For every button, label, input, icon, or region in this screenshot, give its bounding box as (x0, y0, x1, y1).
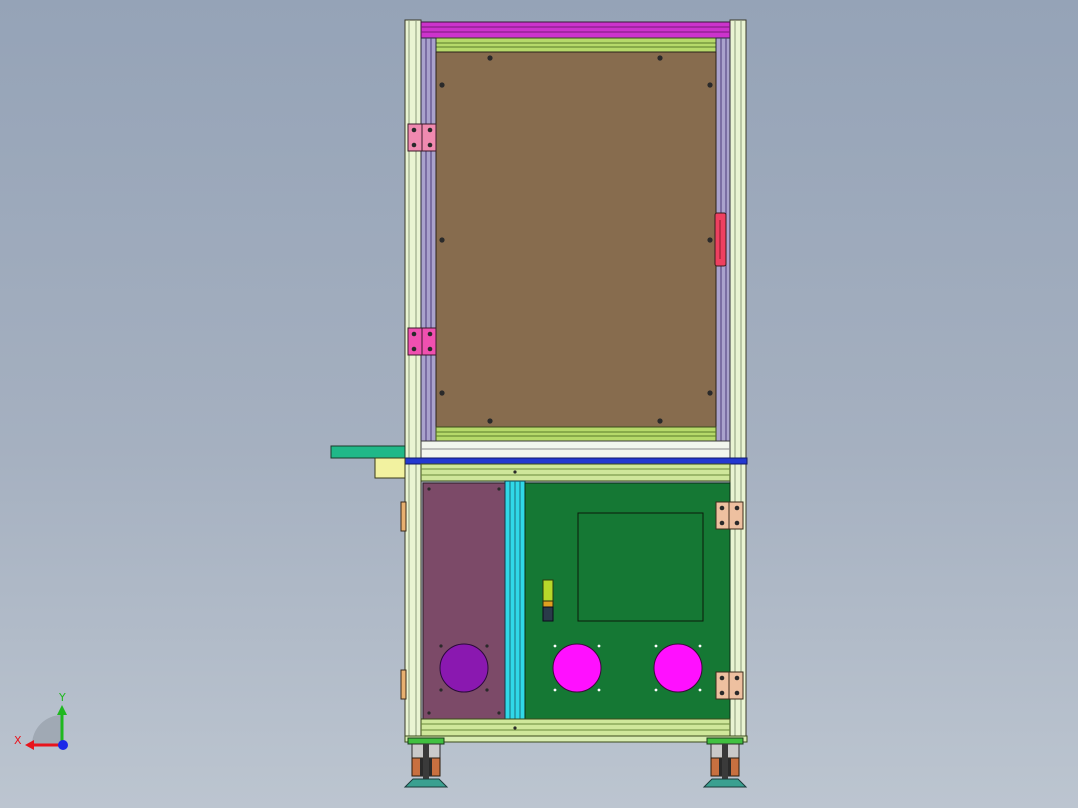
fan-right (653, 643, 703, 693)
door-handle (714, 212, 727, 267)
switch-indicator (542, 579, 554, 622)
frame-right-post (729, 19, 747, 743)
side-shelf (330, 445, 406, 459)
lower-top-rail (420, 463, 731, 482)
coordinate-triad: Y X (14, 691, 68, 750)
cable-duct (504, 480, 526, 721)
cabinet-model (330, 19, 748, 788)
top-inner-rail (435, 37, 717, 53)
y-axis-label: Y (58, 691, 66, 704)
upper-hinge-top (407, 123, 437, 152)
upper-left-column (420, 37, 437, 443)
z-axis-dot (58, 740, 68, 750)
lower-bottom-rail (420, 718, 731, 737)
x-axis-label: X (14, 734, 22, 747)
fan-left (439, 643, 489, 693)
top-rail (420, 21, 731, 39)
shelf-bracket (374, 457, 406, 479)
base-plate (404, 735, 748, 743)
foot-right (702, 737, 748, 788)
side-latch-top (400, 501, 407, 532)
upper-hinge-bottom (407, 327, 437, 356)
lower-hinge-top (715, 501, 744, 530)
side-latch-bottom (400, 669, 407, 700)
fan-middle (552, 643, 602, 693)
cad-viewport[interactable]: Y X (0, 0, 1078, 808)
foot-left (403, 737, 449, 788)
inspection-window (577, 512, 704, 622)
upper-door-panel (435, 51, 717, 428)
upper-bottom-rail (435, 426, 717, 442)
divider-rail (404, 457, 748, 465)
lower-hinge-bottom (715, 671, 744, 700)
